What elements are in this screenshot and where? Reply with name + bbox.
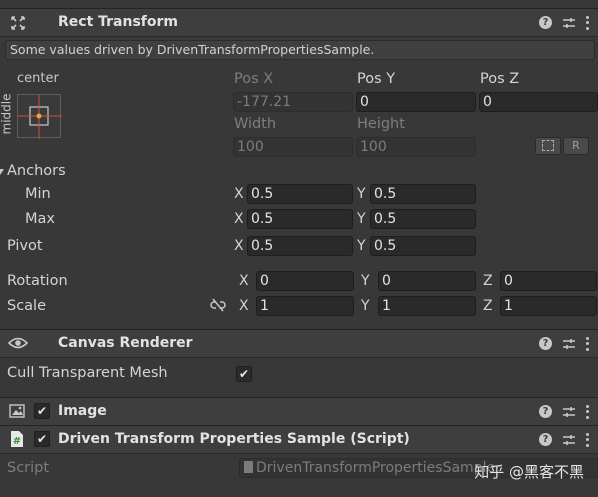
driven-script-header[interactable]: # ✔ Driven Transform Properties Sample (… <box>0 425 598 454</box>
scale-z-field[interactable]: 1 <box>500 296 597 316</box>
rotation-z-field[interactable]: 0 <box>500 271 597 291</box>
max-x-field[interactable]: 0.5 <box>247 209 353 229</box>
script-file-icon <box>244 461 253 473</box>
blueprint-mode-button[interactable] <box>535 137 561 155</box>
rot-y-axis-label: Y <box>361 273 370 289</box>
anchors-foldout-arrow[interactable] <box>0 169 4 175</box>
width-label: Width <box>234 116 277 132</box>
blueprint-mode-icon <box>542 139 554 151</box>
width-field: 100 <box>233 137 353 157</box>
cull-transparent-mesh-checkbox[interactable]: ✔ <box>236 366 252 382</box>
rect-transform-header[interactable]: Rect Transform ? <box>0 8 598 37</box>
canvas-renderer-title: Canvas Renderer <box>58 335 193 351</box>
pos-y-field[interactable]: 0 <box>356 92 476 112</box>
help-icon[interactable]: ? <box>539 405 552 418</box>
max-y-axis-label: Y <box>357 211 366 227</box>
script-label: Script <box>7 460 50 476</box>
presets-icon[interactable] <box>562 405 576 419</box>
scale-label: Scale <box>7 298 47 314</box>
canvas-renderer-header[interactable]: Canvas Renderer ? <box>0 329 598 358</box>
pivot-label: Pivot <box>7 238 43 254</box>
height-label: Height <box>357 116 405 132</box>
driven-script-title: Driven Transform Properties Sample (Scri… <box>58 431 410 447</box>
kebab-menu-icon[interactable] <box>586 432 590 447</box>
rotation-y-field[interactable]: 0 <box>378 271 476 291</box>
pos-y-label: Pos Y <box>357 71 396 87</box>
eye-icon <box>7 336 29 350</box>
pos-z-label: Pos Z <box>480 71 520 87</box>
anchor-preset-label: center <box>17 71 59 86</box>
kebab-menu-icon[interactable] <box>586 15 590 30</box>
max-x-axis-label: X <box>234 211 244 227</box>
anchor-preset-icon <box>18 95 62 139</box>
kebab-menu-icon[interactable] <box>586 336 590 351</box>
min-x-field[interactable]: 0.5 <box>247 184 353 204</box>
presets-icon[interactable] <box>562 16 576 30</box>
image-title: Image <box>58 403 107 419</box>
pivot-x-field[interactable]: 0.5 <box>247 236 353 256</box>
scale-z-axis-label: Z <box>483 298 493 314</box>
max-y-field[interactable]: 0.5 <box>370 209 476 229</box>
anchor-preset-side-label: middle <box>0 93 14 135</box>
min-x-axis-label: X <box>234 186 244 202</box>
script-hash-icon: # <box>10 430 24 448</box>
anchor-min-label: Min <box>25 186 51 202</box>
anchors-label[interactable]: Anchors <box>7 163 66 179</box>
help-icon[interactable]: ? <box>539 337 552 350</box>
pivot-y-axis-label: Y <box>357 238 366 254</box>
rot-x-axis-label: X <box>239 273 249 289</box>
unlink-icon[interactable] <box>210 298 226 312</box>
rect-transform-title: Rect Transform <box>58 14 179 30</box>
scale-x-field[interactable]: 1 <box>256 296 354 316</box>
pos-x-field: -177.21 <box>233 92 353 112</box>
min-y-field[interactable]: 0.5 <box>370 184 476 204</box>
image-header[interactable]: ✔ Image ? <box>0 397 598 426</box>
rotation-x-field[interactable]: 0 <box>256 271 354 291</box>
scale-y-axis-label: Y <box>361 298 370 314</box>
rect-transform-icon <box>10 15 26 31</box>
scale-y-field[interactable]: 1 <box>378 296 476 316</box>
height-field: 100 <box>356 137 476 157</box>
rotation-label: Rotation <box>7 273 68 289</box>
min-y-axis-label: Y <box>357 186 366 202</box>
help-icon[interactable]: ? <box>539 433 552 446</box>
image-enabled-checkbox[interactable]: ✔ <box>34 403 50 419</box>
pos-x-label: Pos X <box>234 71 274 87</box>
driven-notice: Some values driven by DrivenTransformPro… <box>5 40 595 60</box>
scale-x-axis-label: X <box>239 298 249 314</box>
raw-edit-button[interactable]: R <box>563 137 589 155</box>
pivot-y-field[interactable]: 0.5 <box>370 236 476 256</box>
watermark: 知乎 @黑客不黑 <box>474 463 584 481</box>
image-icon <box>9 404 25 418</box>
pos-z-field[interactable]: 0 <box>479 92 598 112</box>
kebab-menu-icon[interactable] <box>586 404 590 419</box>
svg-text:#: # <box>13 436 21 447</box>
anchor-max-label: Max <box>25 211 55 227</box>
driven-script-enabled-checkbox[interactable]: ✔ <box>34 431 50 447</box>
help-icon[interactable]: ? <box>539 16 552 29</box>
presets-icon[interactable] <box>562 337 576 351</box>
pivot-x-axis-label: X <box>234 238 244 254</box>
script-value: DrivenTransformPropertiesSample <box>256 460 496 476</box>
presets-icon[interactable] <box>562 433 576 447</box>
rot-z-axis-label: Z <box>483 273 493 289</box>
anchor-preset-button[interactable] <box>17 94 62 139</box>
cull-transparent-mesh-label: Cull Transparent Mesh <box>7 365 168 381</box>
